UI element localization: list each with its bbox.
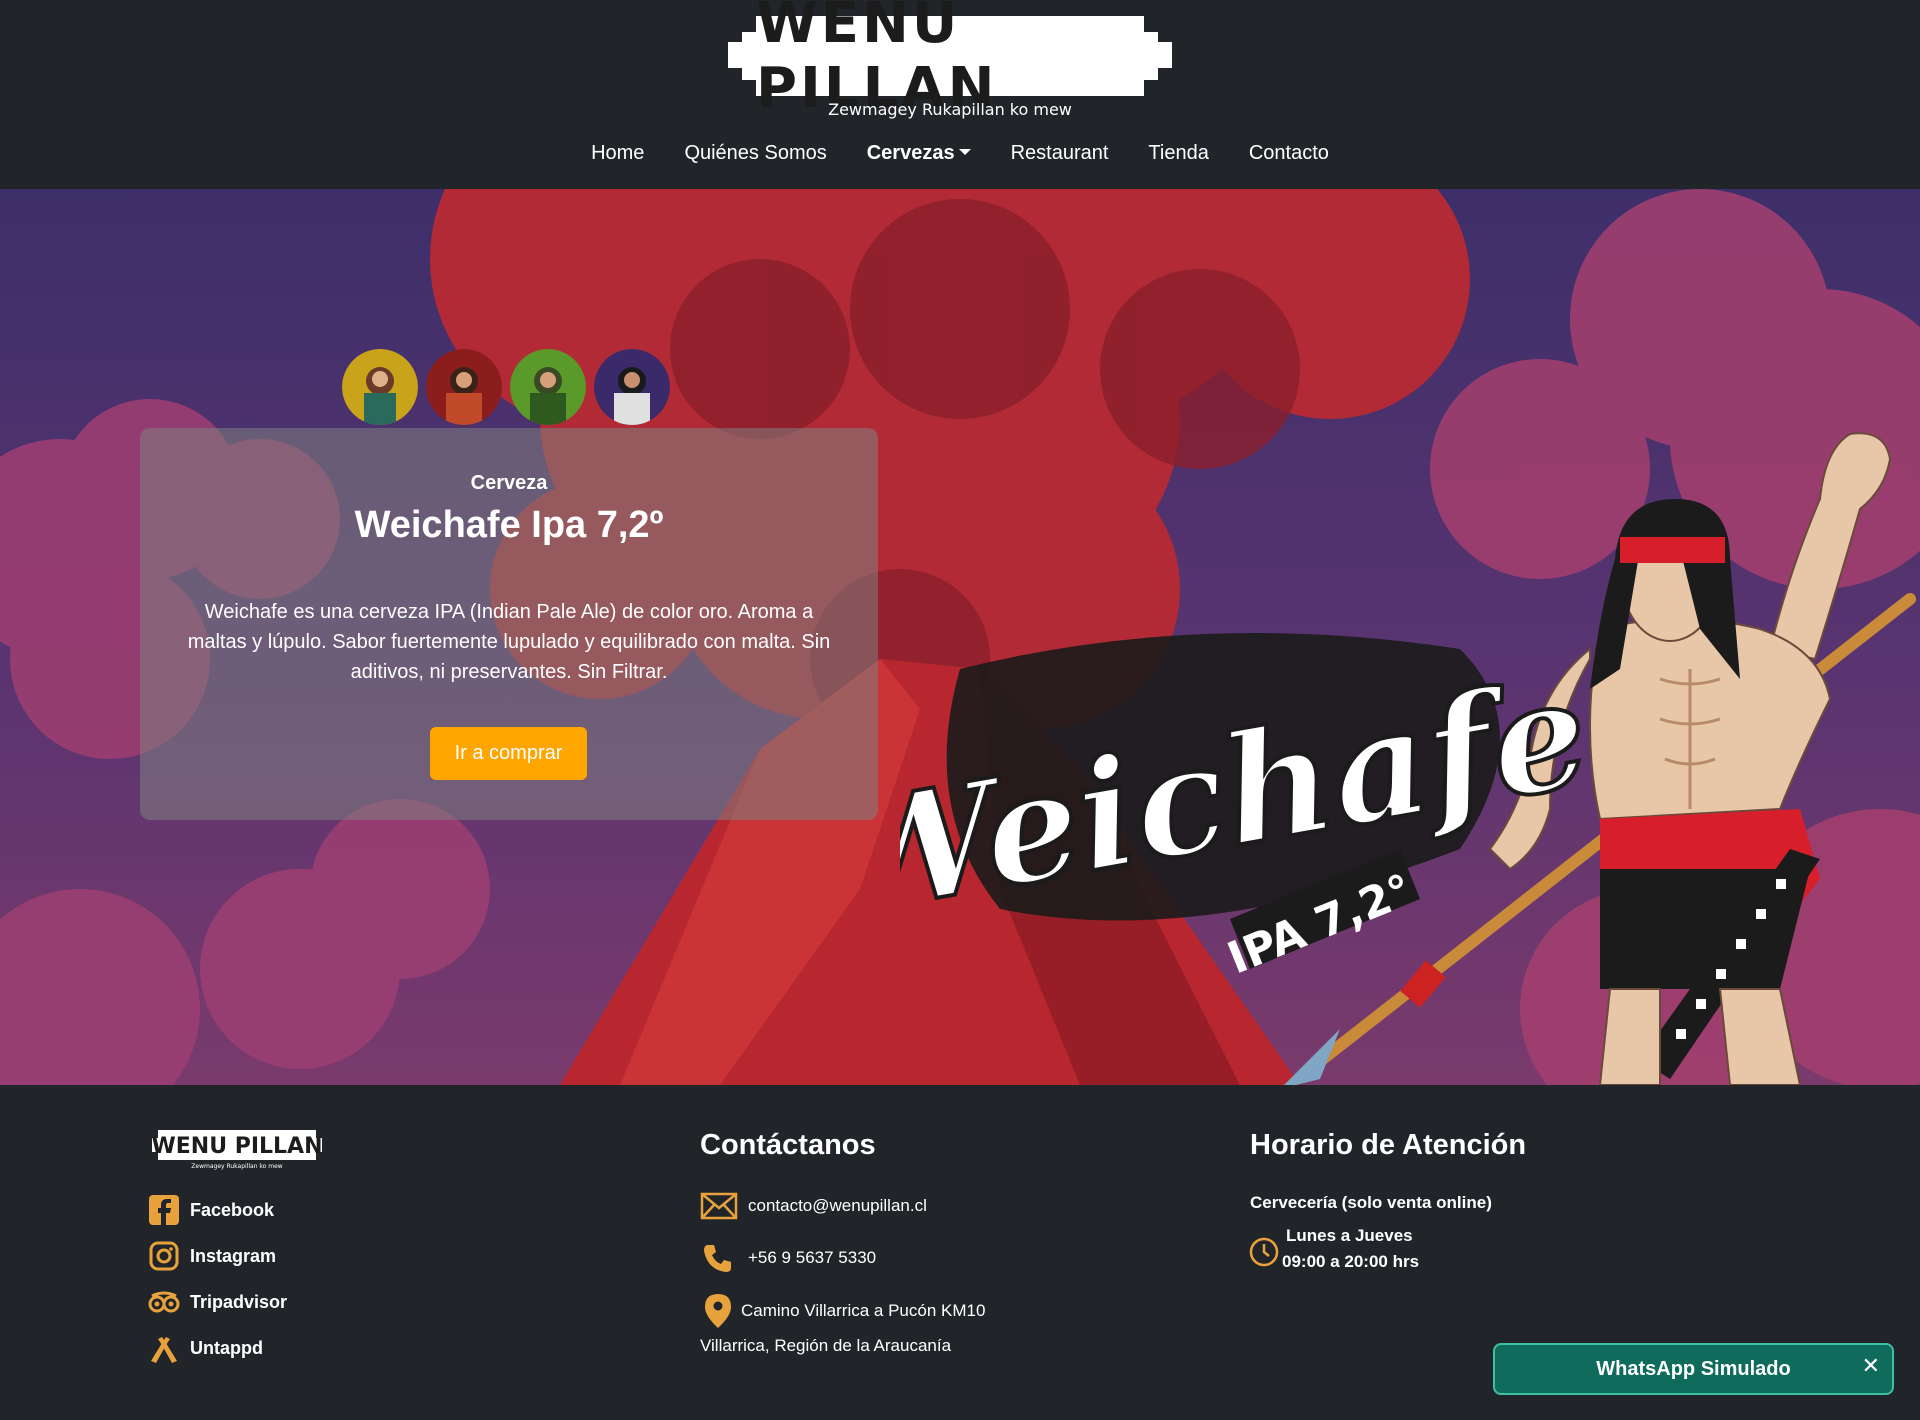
whatsapp-widget[interactable]: WhatsApp Simulado ✕ [1493, 1343, 1894, 1395]
beer-thumb-red[interactable] [426, 349, 502, 425]
hours-time: 09:00 a 20:00 hrs [1282, 1252, 1420, 1271]
contact-address[interactable]: Camino Villarrica a Pucón KM10 [705, 1294, 985, 1328]
hours-schedule: Lunes a Jueves 09:00 a 20:00 hrs [1248, 1223, 1419, 1275]
contact-phone-text: +56 9 5637 5330 [748, 1248, 877, 1267]
whatsapp-label: WhatsApp Simulado [1596, 1358, 1791, 1380]
contact-address-line2: Villarrica, Región de la Araucanía [700, 1336, 952, 1355]
contact-email-text: contacto@wenupillan.cl [748, 1196, 927, 1215]
site-logo[interactable]: WENU PILLAN Zewmagey Rukapillan ko mew [728, 0, 1172, 121]
contact-phone[interactable]: +56 9 5637 5330 [702, 1243, 876, 1273]
hours-subtitle: Cervecería (solo venta online) [1250, 1193, 1492, 1212]
contact-address-line1: Camino Villarrica a Pucón KM10 [741, 1301, 986, 1320]
beer-thumb-yellow[interactable] [342, 349, 418, 425]
logo-tagline: Zewmagey Rukapillan ko mew [828, 100, 1072, 119]
location-pin-icon [705, 1294, 731, 1328]
nav-contacto[interactable]: Contacto [1229, 136, 1349, 170]
social-tripadvisor[interactable]: Tripadvisor [148, 1287, 287, 1317]
contact-email[interactable]: contacto@wenupillan.cl [700, 1192, 927, 1220]
contact-title: Contáctanos [700, 1129, 876, 1161]
social-instagram[interactable]: Instagram [148, 1241, 287, 1271]
site-header: WENU PILLAN Zewmagey Rukapillan ko mew H… [0, 0, 1920, 189]
footer-logo-text: WENU PILLAN [151, 1134, 322, 1159]
clock-icon [1248, 1236, 1280, 1268]
social-facebook-label: Facebook [190, 1199, 275, 1220]
instagram-icon [148, 1241, 180, 1271]
social-facebook[interactable]: Facebook [148, 1195, 287, 1225]
beer-info-card: Cerveza Weichafe Ipa 7,2º Weichafe es un… [140, 428, 878, 820]
social-untappd[interactable]: Untappd [148, 1333, 287, 1363]
beer-thumb-green[interactable] [510, 349, 586, 425]
close-icon[interactable]: ✕ [1862, 1353, 1880, 1379]
nav-home[interactable]: Home [571, 136, 664, 170]
hours-title: Horario de Atención [1250, 1129, 1527, 1161]
chevron-down-icon [958, 148, 971, 155]
facebook-icon [148, 1195, 180, 1225]
nav-cervezas-label: Cervezas [866, 142, 955, 164]
untappd-icon [148, 1333, 180, 1363]
nav-quienes-somos[interactable]: Quiénes Somos [664, 136, 846, 170]
beer-title: Weichafe Ipa 7,2º [354, 504, 664, 546]
main-nav: Home Quiénes Somos Cervezas Restaurant T… [0, 136, 1920, 170]
beer-description: Weichafe es una cerveza IPA (Indian Pale… [187, 601, 831, 683]
social-links: Facebook Instagram Tripadvisor Untappd [148, 1195, 287, 1379]
beer-kicker: Cerveza [470, 472, 548, 494]
social-instagram-label: Instagram [190, 1245, 277, 1266]
footer-logo[interactable]: WENU PILLAN Zewmagey Rukapillan ko mew [148, 1128, 326, 1170]
tripadvisor-icon [148, 1287, 180, 1317]
nav-restaurant[interactable]: Restaurant [991, 136, 1129, 170]
weichafe-label-art: Weichafe IPA 7,2° [900, 432, 1916, 1085]
nav-cervezas[interactable]: Cervezas [847, 136, 991, 170]
hours-days: Lunes a Jueves [1286, 1226, 1413, 1245]
footer-logo-tagline: Zewmagey Rukapillan ko mew [191, 1163, 283, 1170]
envelope-icon [700, 1192, 738, 1220]
logo-text: WENU PILLAN [756, 0, 998, 121]
phone-icon [702, 1243, 732, 1273]
hero-banner: Cerveza Weichafe Ipa 7,2º Weichafe es un… [0, 189, 1920, 1085]
weichafe-script-text: Weichafe IPA 7,2° [900, 633, 1602, 984]
social-untappd-label: Untappd [190, 1337, 263, 1358]
beer-selector [342, 349, 670, 425]
social-tripadvisor-label: Tripadvisor [190, 1291, 288, 1312]
buy-button[interactable]: Ir a comprar [430, 727, 587, 780]
beer-thumb-purple[interactable] [594, 349, 670, 425]
nav-tienda[interactable]: Tienda [1128, 136, 1228, 170]
